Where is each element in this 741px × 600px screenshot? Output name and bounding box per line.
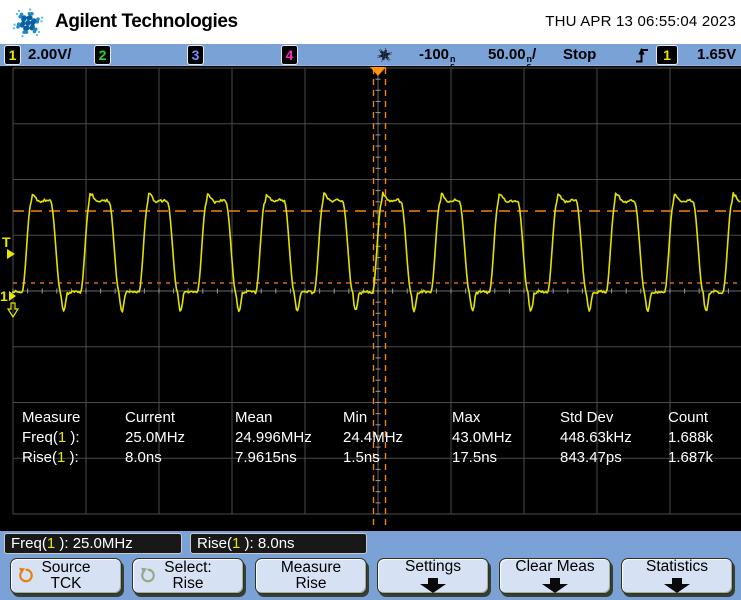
acquisition-state: Stop [563,44,596,65]
oscilloscope-screen: Agilent Technologies THU APR 13 06:55:04… [0,0,741,600]
brand-name: Agilent Technologies [55,11,238,33]
horizontal-delay: -100ns [419,44,456,65]
knob-rotate-icon [18,567,35,589]
datetime-display: THU APR 13 06:55:04 2023 [545,13,736,30]
knob-rotate-icon [140,567,157,589]
measurement-row-freq: Freq(1 ): 25.0MHz 24.996MHz 24.4MHz 43.0… [22,428,741,448]
softkey-statistics[interactable]: Statistics [621,558,733,594]
col-mean: Mean [235,408,343,428]
softkey-source[interactable]: Source TCK [10,558,122,594]
col-min: Min [343,408,452,428]
measurement-row-rise: Rise(1 ): 8.0ns 7.9615ns 1.5ns 17.5ns 84… [22,448,741,468]
col-current: Current [125,408,235,428]
menu-down-arrow-icon [542,584,568,593]
menu-down-arrow-icon [420,584,446,593]
trigger-time-marker [370,67,386,76]
channel-1-ground-marker: 1 [0,288,8,304]
measurement-table: Measure Current Mean Min Max Std Dev Cou… [22,408,741,468]
header-bar: Agilent Technologies THU APR 13 06:55:04… [0,0,741,44]
trigger-level-arrow-icon [7,249,15,259]
rise-readout-box: Rise(1 ): 8.0ns [190,533,367,554]
col-measure: Measure [22,408,125,428]
col-count: Count [668,408,741,428]
measure-label: Rise(1 ): [22,448,125,468]
channel-4-chip: 4 [281,45,298,65]
col-stddev: Std Dev [560,408,668,428]
trigger-level-marker: T [2,234,11,250]
agilent-spark-logo [6,2,50,44]
channel-2-chip: 2 [94,45,111,65]
softkey-bar: Freq(1 ): 25.0MHz Rise(1 ): 8.0ns Source… [0,531,741,600]
softkey-settings[interactable]: Settings [377,558,489,594]
spark-icon [374,45,395,65]
channel-1-chip: 1 [4,45,21,65]
channel-3-chip: 3 [187,45,204,65]
menu-down-arrow-icon [664,584,690,593]
softkey-select[interactable]: Select: Rise [132,558,244,594]
trigger-level: 1.65V [697,44,736,65]
status-bar: 1 2.00V/ 2 3 4 -100ns 50.00ns/ Stop 1 1.… [0,44,741,66]
timebase-setting: 50.00ns/ [488,44,536,65]
channel-1-scale: 2.00V/ [28,44,71,65]
softkey-clear-meas[interactable]: Clear Meas [499,558,611,594]
softkey-measure[interactable]: Measure Rise [255,558,367,594]
trigger-slope-rising-icon [635,46,649,65]
freq-readout-box: Freq(1 ): 25.0MHz [4,533,182,554]
measurement-header-row: Measure Current Mean Min Max Std Dev Cou… [22,408,741,428]
measure-label: Freq(1 ): [22,428,125,448]
trigger-source-chip: 1 [656,45,678,65]
col-max: Max [452,408,560,428]
